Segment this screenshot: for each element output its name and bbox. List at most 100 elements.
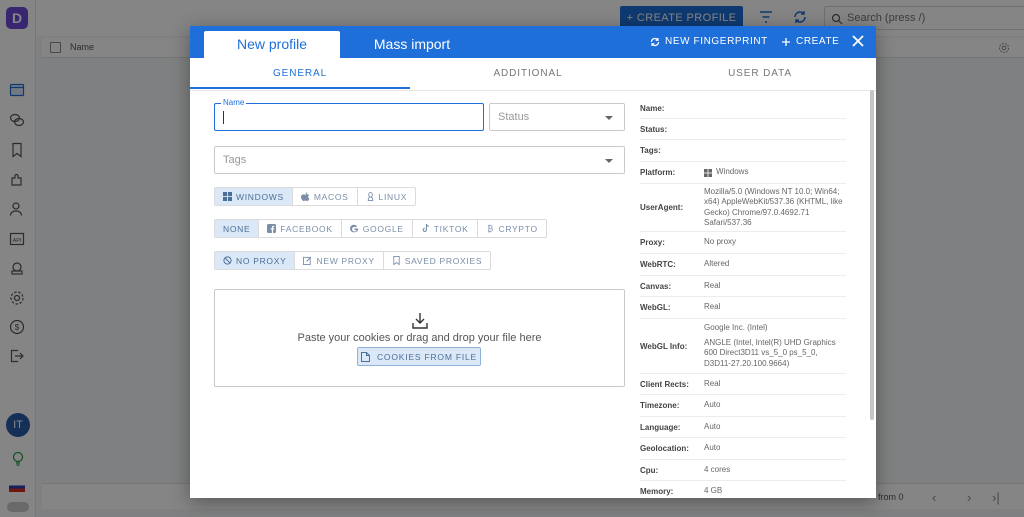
summary-value: Altered: [704, 259, 730, 269]
summary-value: Windows: [704, 167, 748, 178]
summary-value: Real: [704, 302, 721, 312]
linux-icon: [367, 192, 373, 201]
proxy-none-label: NO PROXY: [236, 255, 287, 266]
summary-key: Status:: [640, 124, 668, 134]
template-none-button[interactable]: NONE: [215, 220, 260, 237]
os-windows-button[interactable]: WINDOWS: [215, 188, 293, 205]
os-macos-button[interactable]: MACOS: [293, 188, 358, 205]
summary-key: Name:: [640, 103, 665, 113]
template-selector: NONE FACEBOOK GOOGLE TIKTOK ₿ CRYPTO: [214, 219, 547, 238]
section-tabs: GENERAL ADDITIONAL USER DATA: [190, 58, 876, 91]
summary-key: WebRTC:: [640, 260, 676, 269]
dialog-header: New profile Mass import NEW FINGERPRINT …: [190, 26, 876, 58]
tiktok-icon: [422, 224, 429, 232]
summary-key: Geolocation:: [640, 444, 689, 453]
summary-row-tags: Tags:: [640, 140, 846, 162]
template-google-label: GOOGLE: [362, 223, 404, 234]
summary-row-cpu: Cpu: 4 cores: [640, 460, 846, 481]
summary-key: WebGL Info:: [640, 341, 688, 351]
summary-key: Proxy:: [640, 238, 665, 247]
summary-value: Mozilla/5.0 (Windows NT 10.0; Win64; x64…: [704, 186, 843, 228]
proxy-saved-button[interactable]: SAVED PROXIES: [384, 252, 490, 269]
summary-row-webrtc: WebRTC: Altered: [640, 254, 846, 276]
tab-additional[interactable]: ADDITIONAL: [418, 68, 638, 79]
name-field-label: Name: [221, 98, 247, 107]
template-facebook-button[interactable]: FACEBOOK: [259, 220, 342, 237]
summary-key: Timezone:: [640, 401, 680, 410]
name-field[interactable]: Name: [214, 98, 484, 131]
summary-row-timezone: Timezone: Auto: [640, 395, 846, 417]
summary-key: Cpu:: [640, 465, 659, 475]
os-linux-label: LINUX: [378, 191, 408, 202]
proxy-selector: NO PROXY NEW PROXY SAVED PROXIES: [214, 251, 492, 270]
tab-mass-import[interactable]: Mass import: [362, 31, 462, 58]
summary-key: Language:: [640, 422, 681, 432]
tab-user-data[interactable]: USER DATA: [650, 68, 870, 79]
summary-value: Real: [704, 280, 721, 290]
os-windows-label: WINDOWS: [236, 191, 284, 202]
bookmark-icon: [393, 256, 400, 265]
facebook-icon: [267, 224, 277, 233]
summary-key: UserAgent:: [640, 203, 684, 212]
profile-summary: Name: Status: Tags: Platform: Windows Us…: [640, 98, 846, 498]
summary-key: Tags:: [640, 146, 661, 155]
summary-key: Client Rects:: [640, 379, 689, 389]
os-selector: WINDOWS MACOS LINUX: [214, 187, 417, 206]
tags-select[interactable]: Tags: [214, 146, 625, 174]
summary-row-platform: Platform: Windows: [640, 162, 846, 184]
template-tiktok-label: TIKTOK: [433, 223, 469, 234]
summary-key: Canvas:: [640, 281, 672, 291]
windows-icon: [704, 168, 712, 177]
name-input[interactable]: [221, 110, 471, 126]
summary-key: Platform:: [640, 168, 676, 177]
summary-key: WebGL:: [640, 303, 671, 312]
dropzone-text: Paste your cookies or drag and drop your…: [297, 332, 542, 344]
new-fingerprint-label: NEW FINGERPRINT: [665, 36, 768, 47]
summary-row-geolocation: Geolocation: Auto: [640, 438, 846, 460]
summary-row-canvas: Canvas: Real: [640, 276, 846, 297]
template-tiktok-button[interactable]: TIKTOK: [413, 220, 478, 237]
plus-icon: [782, 37, 790, 46]
new-fingerprint-button[interactable]: NEW FINGERPRINT: [650, 36, 768, 47]
new-profile-dialog: New profile Mass import NEW FINGERPRINT …: [190, 26, 876, 498]
summary-value: Auto: [704, 400, 721, 410]
svg-text:₿: ₿: [487, 225, 494, 233]
summary-row-client-rects: Client Rects: Real: [640, 374, 846, 395]
close-icon[interactable]: [851, 34, 865, 48]
summary-value: Auto: [704, 443, 721, 453]
template-crypto-label: CRYPTO: [498, 223, 538, 234]
summary-key: Memory:: [640, 487, 674, 496]
proxy-none-button[interactable]: NO PROXY: [215, 252, 296, 269]
windows-icon: [223, 192, 232, 201]
status-select[interactable]: Status: [489, 103, 625, 131]
os-linux-button[interactable]: LINUX: [358, 188, 416, 205]
template-crypto-button[interactable]: ₿ CRYPTO: [478, 220, 546, 237]
proxy-new-label: NEW PROXY: [316, 255, 375, 266]
tab-general[interactable]: GENERAL: [190, 68, 410, 79]
edit-icon: [303, 256, 312, 265]
os-macos-label: MACOS: [313, 191, 349, 202]
chevron-down-icon: [605, 159, 613, 163]
cookies-dropzone[interactable]: Paste your cookies or drag and drop your…: [214, 289, 625, 387]
proxy-new-button[interactable]: NEW PROXY: [295, 252, 384, 269]
summary-row-useragent: UserAgent: Mozilla/5.0 (Windows NT 10.0;…: [640, 184, 846, 232]
proxy-saved-label: SAVED PROXIES: [404, 255, 483, 266]
webgl-renderer: ANGLE (Intel, Intel(R) UHD Graphics 600 …: [704, 337, 836, 368]
summary-value: 4 GB: [704, 486, 723, 496]
cookies-from-file-button[interactable]: COOKIES FROM FILE: [357, 347, 481, 366]
template-google-button[interactable]: GOOGLE: [342, 220, 413, 237]
scrollbar[interactable]: [870, 90, 874, 420]
active-tab-indicator: [190, 87, 410, 89]
create-label: CREATE: [796, 36, 840, 47]
block-icon: [223, 256, 232, 265]
summary-value: Auto: [704, 421, 721, 431]
tab-new-profile[interactable]: New profile: [204, 31, 340, 58]
summary-value: Google Inc. (Intel) ANGLE (Intel, Intel(…: [704, 323, 846, 369]
create-button[interactable]: CREATE: [781, 36, 839, 47]
apple-icon: [300, 192, 310, 201]
google-icon: [349, 224, 358, 233]
summary-row-name: Name:: [640, 98, 846, 119]
file-icon: [360, 351, 370, 362]
summary-value: No proxy: [704, 237, 737, 247]
summary-value: 4 cores: [704, 464, 731, 474]
